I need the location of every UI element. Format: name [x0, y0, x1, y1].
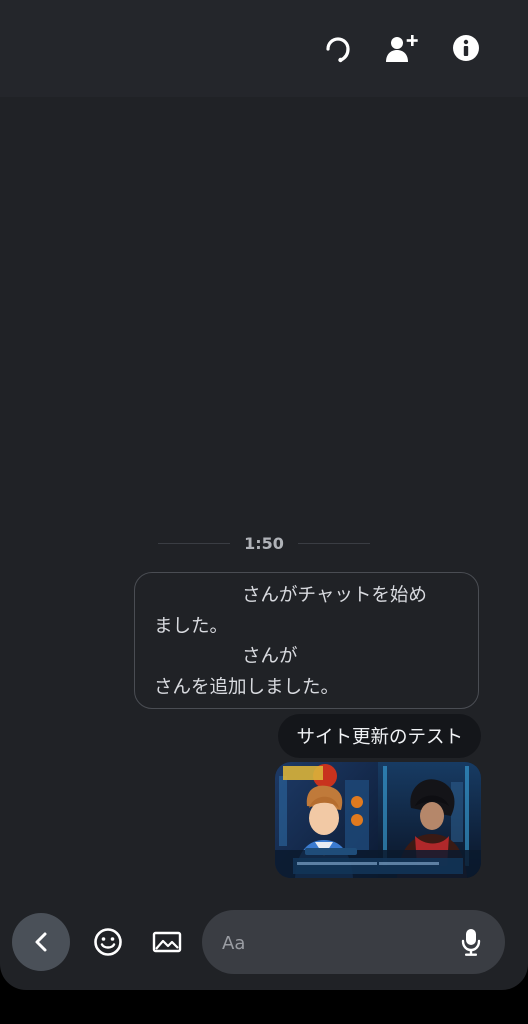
system-message-line: ました。 — [154, 616, 229, 637]
add-person-icon — [386, 35, 418, 62]
message-input[interactable] — [220, 926, 444, 960]
emoji-button[interactable] — [92, 926, 124, 958]
system-message: さんがチャットを始め ました。 さんが さんを追加しました。 — [134, 572, 479, 709]
mic-icon — [461, 929, 481, 956]
gallery-icon — [152, 931, 182, 953]
divider-line — [297, 542, 370, 544]
headset-icon — [326, 37, 350, 63]
divider-line — [158, 542, 230, 544]
back-chevron-icon — [35, 932, 47, 952]
sent-message-bubble[interactable]: サイト更新のテスト — [278, 714, 481, 758]
back-button[interactable] — [12, 913, 70, 971]
timestamp-divider: 1:50 — [158, 530, 370, 556]
system-message-line: さんが — [242, 646, 298, 667]
anime-screenshot-image — [275, 762, 481, 878]
sent-image-message[interactable] — [275, 762, 481, 878]
message-input-container[interactable] — [202, 910, 505, 974]
timestamp: 1:50 — [244, 533, 284, 553]
emoji-icon — [94, 928, 122, 956]
message-text: サイト更新のテスト — [296, 727, 463, 748]
system-message-line: さんがチャットを始め — [242, 585, 427, 606]
mic-button[interactable] — [457, 926, 485, 958]
info-button[interactable] — [446, 28, 486, 68]
gallery-button[interactable] — [151, 926, 183, 958]
headset-button[interactable] — [318, 28, 358, 68]
composer-bar — [0, 908, 528, 976]
chat-header — [0, 0, 528, 97]
add-person-button[interactable] — [382, 28, 422, 68]
system-message-line: さんを追加しました。 — [154, 677, 340, 698]
info-icon — [453, 35, 479, 61]
chat-screen: 1:50 さんがチャットを始め ました。 さんが さんを追加しました。 サイト更… — [0, 0, 528, 990]
